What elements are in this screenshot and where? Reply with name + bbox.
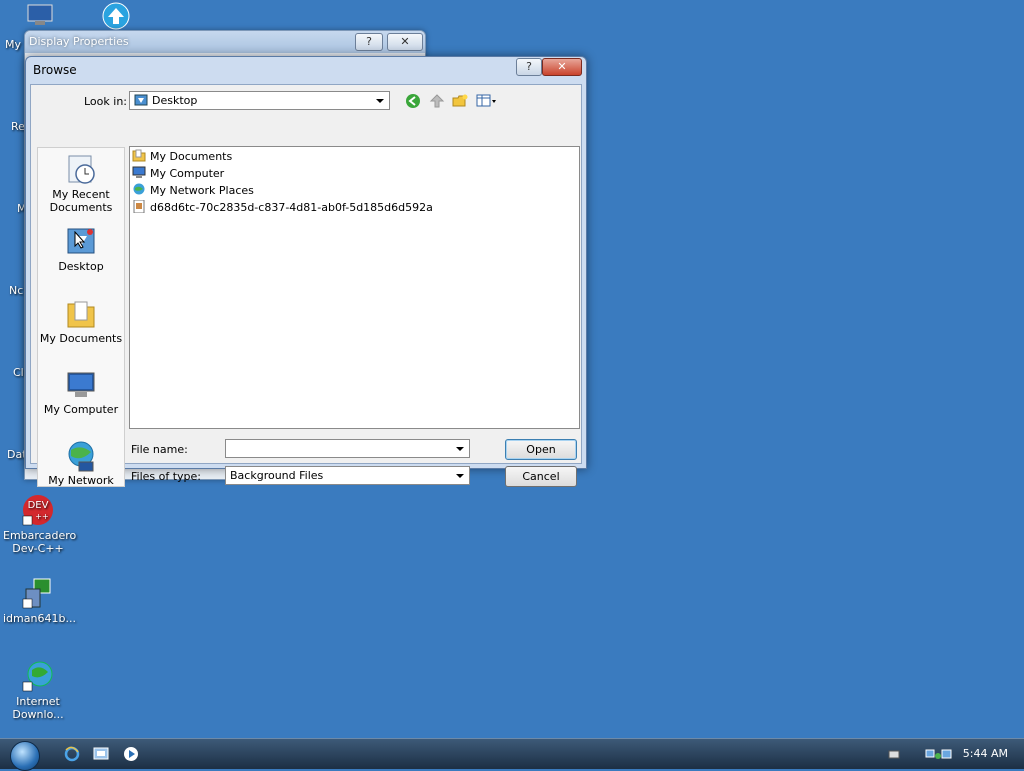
browse-dialog: Browse ? ✕ Look in: Desktop My Recent Do…	[25, 56, 587, 487]
recent-documents-icon	[65, 154, 97, 186]
list-item[interactable]: My Documents	[132, 149, 232, 165]
taskbar: 5:44 AM	[0, 738, 1024, 771]
idman-label: idman641b...	[3, 612, 76, 625]
mouse-cursor-icon	[74, 230, 86, 249]
idm-label: Internet Downlo...	[12, 695, 64, 721]
computer-icon	[132, 166, 146, 179]
list-item[interactable]: My Network Places	[132, 183, 254, 199]
look-in-value: Desktop	[152, 94, 198, 107]
files-of-type-label: Files of type:	[131, 470, 202, 483]
file-name: My Network Places	[150, 184, 254, 197]
chevron-down-icon	[376, 99, 384, 103]
desktop-label-partial-2[interactable]: Re	[11, 120, 25, 133]
chevron-down-icon	[456, 447, 464, 451]
image-file-icon	[132, 199, 146, 214]
network-icon	[65, 440, 97, 472]
file-name: My Documents	[150, 150, 233, 163]
computer-icon	[65, 369, 97, 401]
clock[interactable]: 5:44 AM	[963, 747, 1008, 760]
places-bar: My Recent Documents Desktop My Documents…	[37, 147, 125, 487]
installer-icon	[22, 577, 54, 609]
svg-text:++: ++	[35, 512, 48, 521]
list-item[interactable]: My Computer	[132, 166, 224, 182]
new-folder-icon[interactable]	[452, 93, 468, 109]
list-item[interactable]: d68d6tc-70c2835d-c837-4d81-ab0f-5d185d6d…	[132, 199, 433, 216]
file-name: d68d6tc-70c2835d-c837-4d81-ab0f-5d185d6d…	[150, 201, 433, 214]
desktop-label-partial-4[interactable]: Nc	[9, 284, 23, 297]
place-desktop-label: Desktop	[58, 260, 104, 273]
place-my-computer-label: My Computer	[43, 403, 119, 416]
folder-icon	[132, 149, 146, 162]
place-my-network-label: My Network	[48, 474, 114, 487]
browse-dialog-title: Browse	[33, 63, 77, 77]
globe-download-icon	[22, 660, 54, 692]
files-of-type-value: Background Files	[230, 469, 324, 482]
place-my-computer[interactable]: My Computer	[38, 369, 124, 416]
view-menu-icon[interactable]	[476, 93, 498, 109]
desktop-icon-devcpp[interactable]: DEV ++ Embarcadero Dev-C++	[3, 494, 77, 555]
svg-text:DEV: DEV	[28, 500, 49, 511]
display-properties-close-button[interactable]: ✕	[387, 33, 423, 51]
file-name-combo[interactable]	[225, 439, 470, 458]
help-button[interactable]: ?	[516, 58, 542, 76]
internet-explorer-icon[interactable]	[64, 746, 80, 762]
desktop-icon-idm[interactable]: Internet Downlo...	[3, 660, 73, 721]
upload-desktop-icon[interactable]	[100, 2, 132, 30]
file-list[interactable]: My Documents My Computer My Network Plac…	[129, 146, 580, 429]
place-my-documents[interactable]: My Documents	[38, 298, 124, 345]
keyboard-icon[interactable]	[888, 748, 900, 760]
look-in-combo[interactable]: Desktop	[129, 91, 390, 110]
chevron-down-icon	[456, 474, 464, 478]
computer-desktop-icon[interactable]	[26, 4, 54, 26]
network-tray-icon[interactable]	[924, 748, 954, 760]
devcpp-icon: DEV ++	[22, 494, 54, 526]
media-player-icon[interactable]	[123, 746, 139, 762]
files-of-type-combo[interactable]: Background Files	[225, 466, 470, 485]
start-button[interactable]	[10, 741, 40, 771]
place-recent-documents[interactable]: My Recent Documents	[38, 154, 124, 214]
display-properties-help-button[interactable]: ?	[355, 33, 383, 51]
look-in-label: Look in:	[84, 95, 127, 108]
close-button[interactable]: ✕	[542, 58, 582, 76]
network-icon	[132, 183, 146, 196]
place-my-documents-label: My Documents	[39, 332, 123, 345]
desktop-icon-idman[interactable]: idman641b...	[3, 577, 76, 625]
open-button[interactable]: Open	[505, 439, 577, 460]
desktop-label-partial-1[interactable]: My	[5, 38, 21, 51]
desktop-icon	[134, 94, 148, 107]
cancel-button[interactable]: Cancel	[505, 466, 577, 487]
dialog-client-area: Look in: Desktop My Recent Documents Des…	[30, 84, 582, 487]
back-icon[interactable]	[405, 93, 421, 109]
file-name: My Computer	[150, 167, 225, 180]
up-folder-icon[interactable]	[429, 93, 445, 109]
place-recent-label: My Recent Documents	[49, 188, 113, 214]
file-name-label: File name:	[131, 443, 188, 456]
devcpp-label: Embarcadero Dev-C++	[3, 529, 77, 555]
place-my-network[interactable]: My Network	[38, 440, 124, 487]
desktop-label-partial-5[interactable]: Cl	[13, 366, 24, 379]
folder-icon	[65, 298, 97, 330]
show-desktop-icon[interactable]	[93, 746, 109, 762]
